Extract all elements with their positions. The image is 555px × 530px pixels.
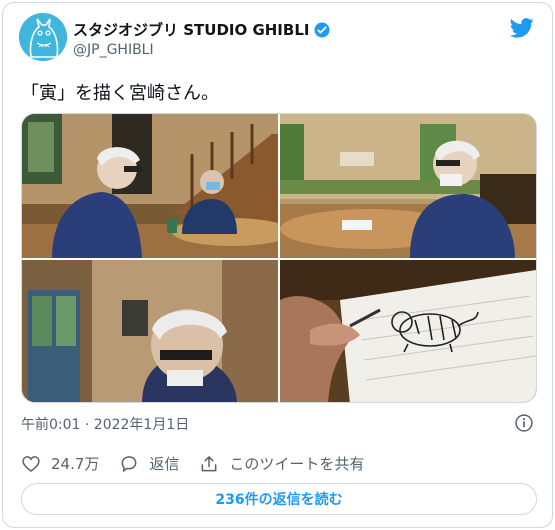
photo-living-room bbox=[280, 114, 536, 258]
tweet-photo-2[interactable] bbox=[280, 114, 536, 258]
verified-badge-icon bbox=[314, 22, 330, 37]
tweet-photo-1[interactable] bbox=[22, 114, 278, 258]
photo-portrait-closeup bbox=[22, 260, 278, 402]
share-button[interactable]: このツイートを共有 bbox=[199, 453, 364, 474]
share-label: このツイートを共有 bbox=[229, 455, 365, 473]
tweet-timestamp[interactable]: 午前0:01 · 2022年1月1日 bbox=[21, 414, 189, 434]
tweet-photo-4[interactable] bbox=[280, 260, 536, 402]
info-icon[interactable] bbox=[514, 413, 534, 433]
media-grid bbox=[21, 113, 537, 403]
totoro-avatar-icon bbox=[19, 13, 67, 61]
like-button[interactable]: 24.7万 bbox=[21, 453, 99, 474]
reply-label: 返信 bbox=[149, 455, 180, 473]
read-replies-button[interactable]: 236件の返信を読む bbox=[21, 483, 537, 515]
photo-tiger-drawing bbox=[280, 260, 536, 402]
share-upload-icon bbox=[202, 455, 217, 471]
photo-room-staircase bbox=[22, 114, 278, 258]
user-handle[interactable]: @JP_GHIBLI bbox=[73, 42, 154, 58]
reply-button[interactable]: 返信 bbox=[119, 453, 179, 474]
tweet-text: 「寅」を描く宮崎さん。 bbox=[21, 83, 219, 104]
reply-bubble-icon bbox=[121, 455, 137, 472]
tweet-card: スタジオジブリ STUDIO GHIBLI @JP_GHIBLI 「寅」を描く宮… bbox=[2, 2, 553, 528]
display-name[interactable]: スタジオジブリ STUDIO GHIBLI bbox=[73, 19, 309, 40]
avatar[interactable] bbox=[19, 13, 67, 61]
heart-icon bbox=[22, 455, 40, 472]
tweet-actions: 24.7万 返信 このツイートを共有 bbox=[21, 453, 384, 474]
tweet-photo-3[interactable] bbox=[22, 260, 278, 402]
like-count: 24.7万 bbox=[51, 455, 100, 473]
twitter-bird-icon[interactable] bbox=[510, 17, 534, 39]
